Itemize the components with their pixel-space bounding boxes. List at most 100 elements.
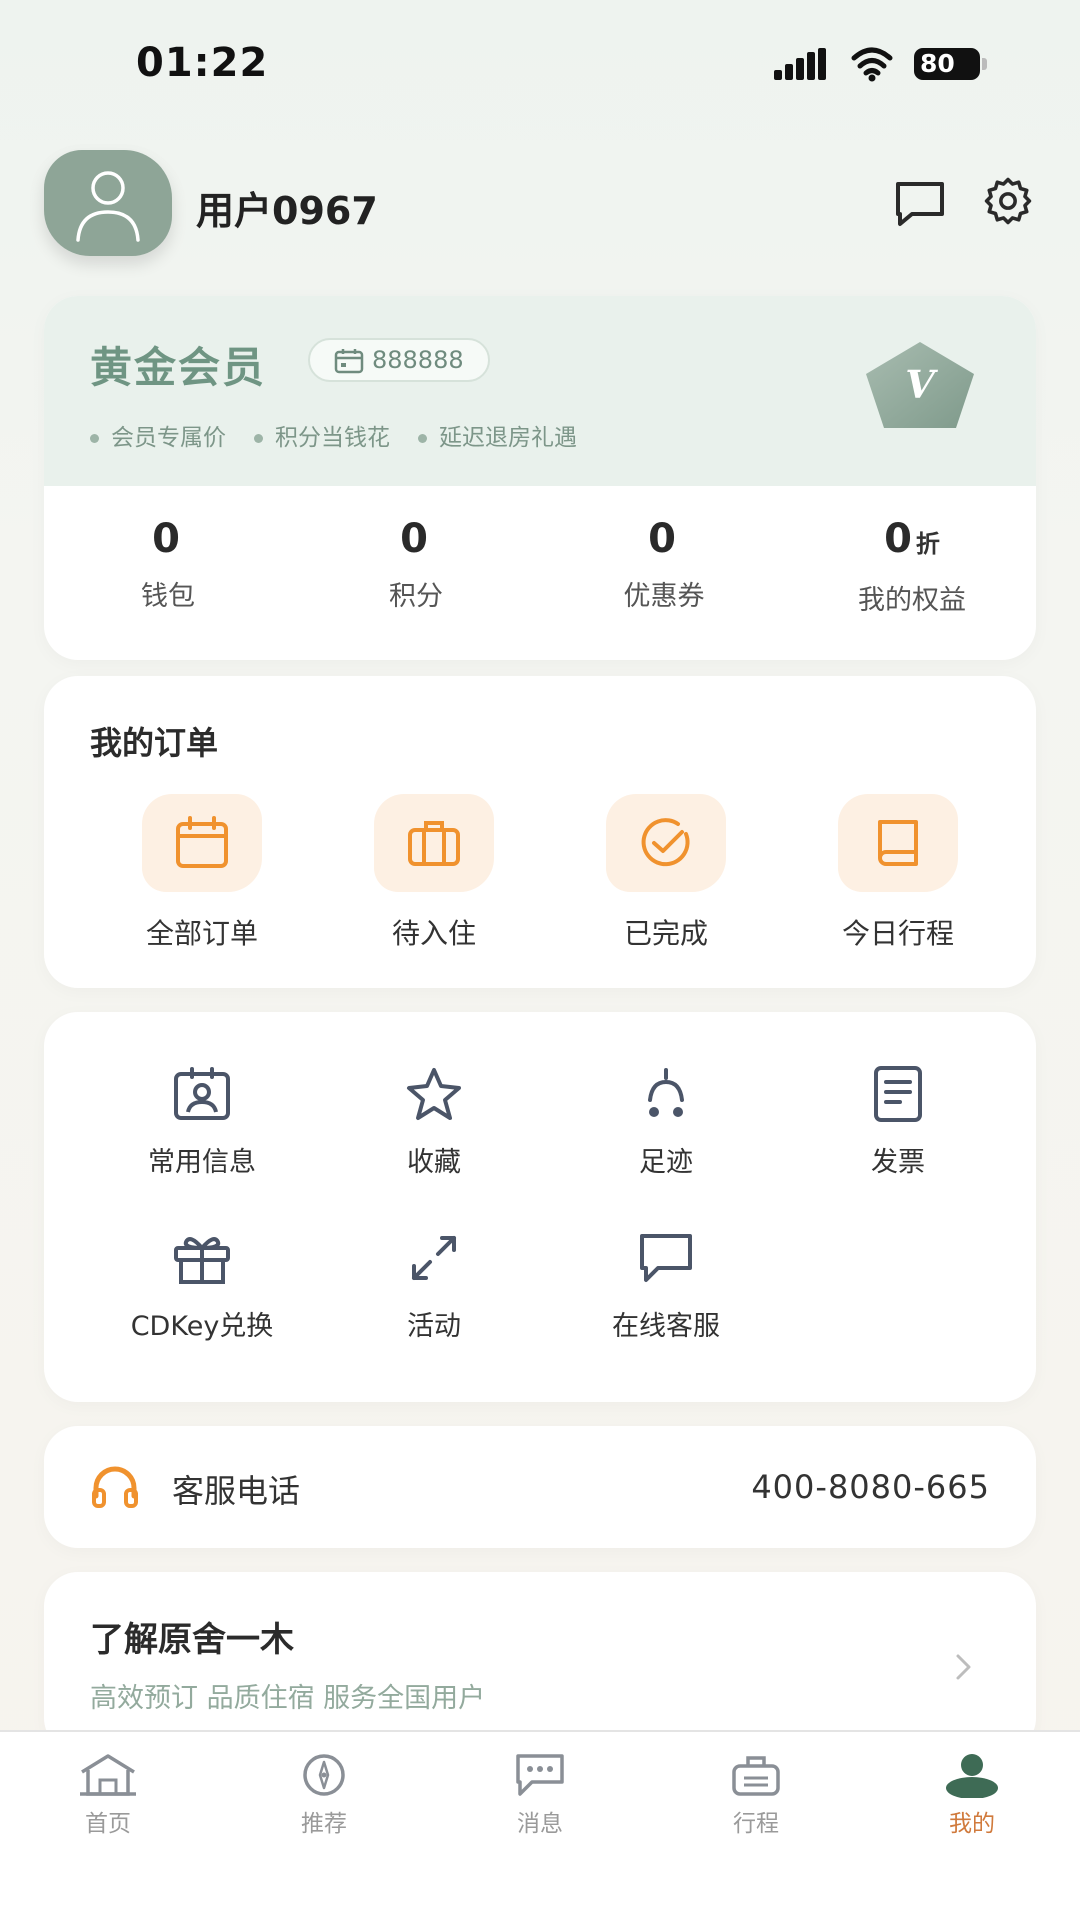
tab-label: 行程 xyxy=(733,1811,779,1837)
avatar[interactable] xyxy=(44,150,172,256)
stat-unit: 折 xyxy=(915,530,940,558)
stat-benefits[interactable]: 0折 我的权益 xyxy=(788,516,1036,617)
expand-icon xyxy=(412,1236,456,1280)
service-label: 足迹 xyxy=(639,1147,693,1178)
id-card-icon xyxy=(174,1067,230,1120)
about-subtitle: 高效预订 品质住宿 服务全国用户 xyxy=(90,1683,486,1714)
service-label: 收藏 xyxy=(407,1147,461,1178)
card-icon xyxy=(334,349,364,374)
home-icon xyxy=(80,1754,136,1796)
stat-label: 优惠券 xyxy=(623,581,705,612)
about-card[interactable]: 了解原舍一木 高效预订 品质住宿 服务全国用户 xyxy=(44,1572,1036,1752)
order-completed[interactable]: 已完成 xyxy=(550,794,782,952)
stat-label: 我的权益 xyxy=(858,585,966,616)
footprint-icon xyxy=(648,1068,684,1117)
calendar-icon xyxy=(176,816,228,868)
support-phone-label: 客服电话 xyxy=(172,1472,301,1510)
service-online-support[interactable]: 在线客服 xyxy=(550,1230,782,1343)
services-card: 常用信息 收藏 足迹 发票 CDKey兑换 活动 在线客服 xyxy=(44,1012,1036,1402)
status-bar: 01:22 80 xyxy=(0,0,1080,130)
service-label: 发票 xyxy=(871,1147,925,1178)
battery-tip xyxy=(982,58,987,70)
support-phone-row[interactable]: 客服电话 400-8080-665 xyxy=(44,1426,1036,1548)
service-frequent-info[interactable]: 常用信息 xyxy=(86,1066,318,1179)
tab-label: 首页 xyxy=(85,1811,131,1837)
invoice-icon xyxy=(874,1066,922,1122)
headset-icon xyxy=(92,1466,138,1508)
service-activities[interactable]: 活动 xyxy=(318,1230,550,1343)
card-number-text: 888888 xyxy=(372,346,464,374)
orders-title: 我的订单 xyxy=(90,724,219,762)
order-today-itinerary[interactable]: 今日行程 xyxy=(782,794,1014,952)
star-icon xyxy=(407,1068,461,1120)
service-label: 在线客服 xyxy=(612,1311,720,1342)
service-label: 常用信息 xyxy=(148,1147,256,1178)
stat-coupons[interactable]: 0 优惠券 xyxy=(540,516,788,613)
order-icon-bg xyxy=(374,794,494,892)
tab-profile[interactable]: 我的 xyxy=(864,1752,1080,1838)
member-perks: 会员专属价 积分当钱花 延迟退房礼遇 xyxy=(90,418,577,452)
order-label: 已完成 xyxy=(623,917,708,950)
tab-itinerary[interactable]: 行程 xyxy=(648,1752,864,1838)
book-icon xyxy=(878,820,918,866)
tab-messages[interactable]: 消息 xyxy=(432,1752,648,1838)
vip-badge-icon: V xyxy=(866,342,974,428)
stat-value: 0 xyxy=(152,516,180,562)
member-card-number[interactable]: 888888 xyxy=(308,338,490,382)
member-card[interactable]: 黄金会员 888888 会员专属价 积分当钱花 延迟退房礼遇 V 0 钱包 0 … xyxy=(44,296,1036,660)
order-icon-bg xyxy=(838,794,958,892)
gift-icon xyxy=(174,1237,230,1284)
message-icon[interactable] xyxy=(892,178,948,228)
member-level: 黄金会员 xyxy=(90,343,267,392)
compass-icon xyxy=(303,1754,345,1796)
perk-item: 会员专属价 xyxy=(90,418,226,452)
stat-label: 积分 xyxy=(389,581,443,612)
stat-value: 0 xyxy=(648,516,676,562)
wifi-icon xyxy=(851,47,893,82)
chevron-right-icon xyxy=(956,1654,971,1680)
perk-item: 延迟退房礼遇 xyxy=(418,418,577,452)
luggage-icon xyxy=(732,1756,780,1796)
service-label: CDKey兑换 xyxy=(130,1311,274,1342)
stat-value: 0 xyxy=(400,516,428,562)
stat-wallet[interactable]: 0 钱包 xyxy=(44,516,292,613)
tab-recommend[interactable]: 推荐 xyxy=(216,1752,432,1838)
about-title: 了解原舍一木 xyxy=(90,1620,294,1660)
service-footprints[interactable]: 足迹 xyxy=(550,1066,782,1179)
chat-icon xyxy=(640,1234,692,1282)
tab-home[interactable]: 首页 xyxy=(0,1752,216,1838)
member-stats: 0 钱包 0 积分 0 优惠券 0折 我的权益 xyxy=(44,486,1036,660)
order-icon-bg xyxy=(606,794,726,892)
service-label: 活动 xyxy=(407,1311,461,1342)
profile-icon xyxy=(946,1754,998,1798)
cellular-signal-icon xyxy=(774,48,826,80)
bottom-tab-bar: 首页 推荐 消息 行程 我的 xyxy=(0,1730,1080,1920)
user-silhouette-icon xyxy=(76,171,140,242)
settings-gear-icon[interactable] xyxy=(980,176,1036,226)
order-all[interactable]: 全部订单 xyxy=(86,794,318,952)
message-bubble-icon xyxy=(516,1754,564,1796)
order-label: 待入住 xyxy=(391,917,476,950)
vip-badge-letter: V xyxy=(905,362,938,407)
service-favorites[interactable]: 收藏 xyxy=(318,1066,550,1179)
tab-label: 推荐 xyxy=(301,1811,347,1837)
service-cdkey[interactable]: CDKey兑换 xyxy=(86,1230,318,1343)
order-pending-checkin[interactable]: 待入住 xyxy=(318,794,550,952)
order-icon-bg xyxy=(142,794,262,892)
orders-card: 我的订单 全部订单 待入住 已完成 今日行程 xyxy=(44,676,1036,988)
stat-label: 钱包 xyxy=(141,581,195,612)
support-phone-number[interactable]: 400-8080-665 xyxy=(751,1468,990,1506)
battery-indicator: 80 xyxy=(914,48,980,80)
perk-item: 积分当钱花 xyxy=(254,418,390,452)
check-circle-icon xyxy=(641,818,690,867)
member-card-header: 黄金会员 888888 会员专属价 积分当钱花 延迟退房礼遇 V xyxy=(44,296,1036,486)
stat-value: 0 xyxy=(884,516,912,562)
status-time: 01:22 xyxy=(136,40,269,86)
stat-points[interactable]: 0 积分 xyxy=(292,516,540,613)
suitcase-icon xyxy=(408,821,460,866)
username: 用户0967 xyxy=(196,189,378,233)
service-invoice[interactable]: 发票 xyxy=(782,1066,1014,1179)
tab-label: 消息 xyxy=(517,1811,563,1837)
order-label: 今日行程 xyxy=(841,917,954,950)
tab-label: 我的 xyxy=(949,1811,995,1837)
